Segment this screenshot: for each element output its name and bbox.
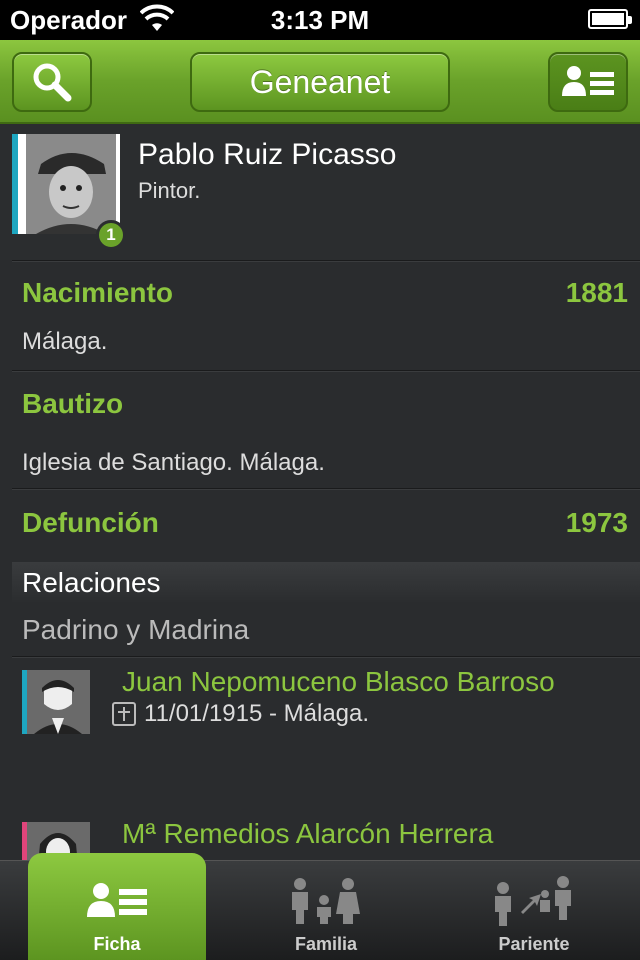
- gender-accent: [22, 670, 27, 734]
- tab-ficha[interactable]: Ficha: [28, 853, 206, 960]
- profile-card-button[interactable]: [548, 52, 628, 112]
- divider: [12, 260, 640, 262]
- event-year-birth: 1881: [565, 277, 628, 308]
- photo-count-badge: 1: [96, 220, 126, 250]
- battery-icon: [588, 9, 632, 29]
- gender-accent: [22, 822, 27, 860]
- relations-section-header: Relaciones: [12, 562, 640, 604]
- tab-pariente[interactable]: Pariente: [444, 861, 624, 960]
- relation-death-date: 11/01/1915 - Málaga.: [144, 700, 370, 727]
- navigation-bar: Geneanet: [0, 40, 640, 124]
- person-header: 1 Pablo Ruiz Picasso Pintor.: [0, 124, 640, 260]
- event-title-death: Defunción: [22, 507, 159, 538]
- avatar: [22, 670, 90, 734]
- relations-group-label: Padrino y Madrina: [22, 614, 250, 645]
- tab-label: Familia: [294, 934, 358, 954]
- clock: 3:13 PM: [270, 5, 370, 35]
- relative-icon: [495, 876, 571, 926]
- person-name: Pablo Ruiz Picasso: [138, 138, 397, 171]
- divider: [12, 370, 640, 372]
- relation-name: Mª Remedios Alarcón Herrera: [122, 818, 494, 849]
- event-text-baptism: Iglesia de Santiago. Málaga.: [22, 449, 325, 476]
- divider: [12, 656, 640, 658]
- app-title-button[interactable]: Geneanet: [190, 52, 450, 112]
- tab-bar: Ficha Familia Pariente: [0, 853, 640, 960]
- person-card-icon: [87, 883, 147, 917]
- relation-name: Juan Nepomuceno Blasco Barroso: [122, 666, 555, 697]
- event-title-birth: Nacimiento: [22, 277, 173, 308]
- portrait-image: [26, 134, 116, 234]
- family-icon: [292, 878, 360, 924]
- event-text-birth: Málaga.: [22, 328, 108, 355]
- male-silhouette-icon: [27, 670, 90, 734]
- tab-label: Ficha: [93, 934, 141, 954]
- divider: [12, 488, 640, 490]
- search-icon: [33, 63, 72, 102]
- event-year-death: 1973: [565, 507, 628, 538]
- status-bar: Operador 3:13 PM: [0, 0, 640, 40]
- person-photo[interactable]: [12, 134, 120, 234]
- relation-detail: 11/01/1915 - Málaga.: [112, 700, 369, 728]
- person-occupation: Pintor.: [138, 178, 201, 203]
- list-item[interactable]: Juan Nepomuceno Blasco Barroso 11/01/191…: [0, 660, 640, 810]
- death-cross-icon: [112, 702, 136, 726]
- event-title-baptism: Bautizo: [22, 388, 124, 419]
- tab-familia[interactable]: Familia: [236, 861, 416, 960]
- search-button[interactable]: [12, 52, 92, 112]
- tab-label: Pariente: [498, 934, 570, 954]
- person-card-icon: [562, 66, 614, 96]
